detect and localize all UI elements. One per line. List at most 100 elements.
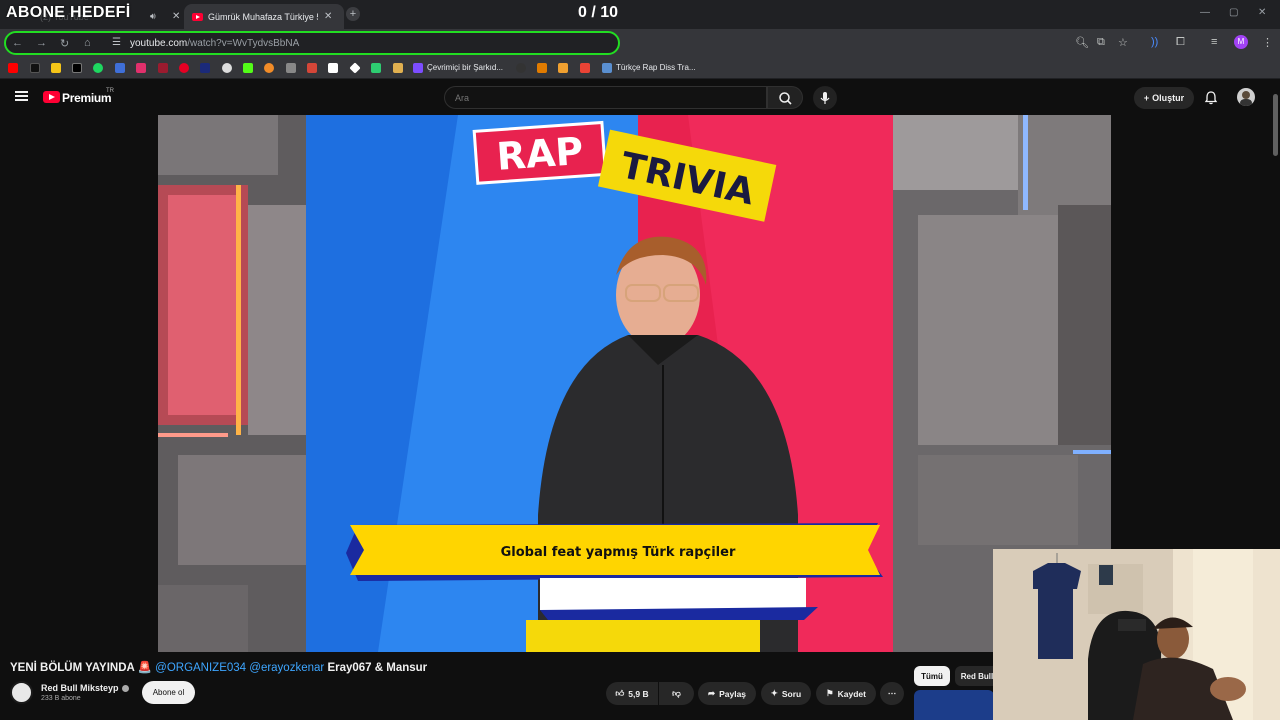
more-actions-button[interactable]: ⋯ [880,682,904,705]
url-host: youtube.com [130,38,188,49]
audio-bookmark-icon[interactable] [537,63,547,73]
bookmark-star-icon[interactable]: ☆ [1118,36,1128,49]
close-window-icon[interactable]: ✕ [1258,7,1266,18]
webcam-feed [993,549,1280,720]
save-button[interactable]: ⚑ Kaydet [816,682,876,705]
subscriber-count: 233 B abone [41,695,81,702]
yellow-bookmark-icon[interactable] [393,63,403,73]
youtube-favicon-icon [192,12,203,21]
x-bookmark-icon[interactable] [72,63,82,73]
youtube-bookmark-icon[interactable] [8,63,18,73]
channel-avatar[interactable] [10,681,33,704]
browser-tab-active[interactable]: Gümrük Muhafaza Türkiye 56. Bölüm ✕ [184,4,344,29]
scrollbar-thumb[interactable] [1273,94,1278,156]
back-icon[interactable]: ← [12,37,23,49]
document-bookmark-icon[interactable] [328,63,338,73]
ask-button[interactable]: ✦ Soru [761,682,811,705]
orange-bookmark-icon[interactable] [264,63,274,73]
instagram-bookmark-icon[interactable] [136,63,146,73]
create-label: Oluştur [1152,93,1185,103]
site-info-icon[interactable]: ☰ [112,37,121,48]
ask-label: Soru [781,688,802,699]
title-tail: Eray067 & Mansur [327,662,428,674]
save-label: Kaydet [837,688,866,699]
diss-bookmark-icon[interactable] [580,63,590,73]
country-code: TR [106,88,114,94]
bookmark-label[interactable]: Türkçe Rap Diss Tra... [616,63,696,72]
sparkle-icon: ✦ [770,688,778,698]
streamer-webcam [993,549,1280,720]
tiktok-bookmark-icon[interactable] [30,63,40,73]
home-icon[interactable]: ⌂ [84,37,91,49]
rap-logo-text: RAP [495,129,584,179]
forward-icon[interactable]: → [36,37,47,49]
search-input[interactable] [445,87,745,108]
red-bookmark-icon[interactable] [158,63,168,73]
close-tab-icon[interactable]: ✕ [172,11,180,22]
mention-link[interactable]: @ORGANIZE034 [155,662,246,674]
search-button[interactable] [767,86,803,109]
video-frame: RAP TRIVIA Global feat yapmış Türk rapçi… [158,115,1111,652]
share-label: Paylaş [719,688,747,699]
install-app-icon[interactable]: ⧉ [1097,36,1105,49]
new-tab-button[interactable]: + [346,7,360,21]
create-button[interactable]: + Oluştur [1134,87,1194,109]
globe-bookmark-icon[interactable] [222,63,232,73]
bookmark-icon: ⚑ [826,688,834,698]
slash-bookmark-icon[interactable] [286,63,296,73]
maximize-icon[interactable]: ▢ [1229,7,1238,18]
video-player[interactable]: RAP TRIVIA Global feat yapmış Türk rapçi… [158,115,1111,652]
like-button[interactable]: 👍︎ 5,9 B [606,682,658,705]
green-bookmark-icon[interactable] [371,63,381,73]
gmail-bookmark-icon[interactable] [307,63,317,73]
share-button[interactable]: ➦ Paylaş [698,682,756,705]
calendar-bookmark-icon[interactable] [115,63,125,73]
extensions-puzzle-icon[interactable]: ⧠ [1176,36,1185,49]
tab-title: Gümrük Muhafaza Türkiye 56. Bölüm [208,11,318,22]
more-horizontal-icon: ⋯ [887,688,897,698]
related-video-thumbnail[interactable] [914,690,994,720]
browser-tab-strip: (2) YouTube 🔊︎ ✕ Gümrük Muhafaza Türkiye… [0,0,1280,29]
reload-icon[interactable]: ↻ [60,37,69,50]
pinterest-bookmark-icon[interactable] [179,63,189,73]
dark-bookmark-icon[interactable] [516,63,526,73]
account-avatar[interactable] [1237,88,1255,106]
speaker-icon[interactable]: 🔊︎ [150,11,156,22]
mention-link[interactable]: @erayozkenar [249,662,324,674]
dislike-button[interactable]: 👎︎ [659,682,694,705]
youtube-header: Premium TR + Oluştur [0,80,1280,115]
search-icon [779,92,792,105]
voice-search-button[interactable] [813,86,837,110]
browser-menu-icon[interactable]: ⋮ [1262,36,1273,49]
channel-name[interactable]: Red Bull Miksteyp [41,683,129,693]
address-bar[interactable]: ← → ↻ ⌂ ☰ youtube.com/watch?v=WvTydvsBbN… [4,31,620,55]
diamond-bookmark-icon[interactable] [349,62,361,74]
minimize-icon[interactable]: — [1200,7,1210,18]
url-text[interactable]: youtube.com/watch?v=WvTydvsBbNA [130,38,299,49]
search-box[interactable] [444,86,767,109]
hamburger-menu-icon[interactable] [15,91,28,101]
close-tab-icon[interactable]: ✕ [324,11,332,22]
media-control-icon[interactable]: ≡ [1211,36,1217,48]
youtube-logo-icon[interactable] [43,91,60,103]
zoom-icon[interactable]: 🔍︎ [1075,36,1089,49]
thumbs-down-icon: 👎︎ [672,688,681,698]
spotify-bookmark-icon[interactable] [93,63,103,73]
fire-bookmark-icon[interactable] [558,63,568,73]
channel-name-text: Red Bull Miksteyp [41,683,119,693]
rap-bookmark-icon[interactable] [602,63,612,73]
chip-all[interactable]: Tümü [914,666,950,686]
subscribe-button[interactable]: Abone ol [142,681,195,704]
profile-avatar[interactable]: M [1234,35,1248,49]
browser-toolbar: ← → ↻ ⌂ ☰ youtube.com/watch?v=WvTydvsBbN… [0,29,1280,57]
song-bookmark-icon[interactable] [413,63,423,73]
blue-bookmark-icon[interactable] [200,63,210,73]
youtube-premium-logo[interactable]: Premium [62,91,112,105]
extension-icon[interactable]: )) [1151,36,1158,48]
notifications-bell-icon[interactable] [1203,90,1219,106]
s-bookmark-icon[interactable] [51,63,61,73]
bookmark-label[interactable]: Çevrimiçi bir Şarkıd... [427,63,503,72]
video-title: YENİ BÖLÜM YAYINDA 🚨 @ORGANIZE034 @erayo… [10,660,427,674]
share-icon: ➦ [707,688,716,698]
kick-bookmark-icon[interactable] [243,63,253,73]
